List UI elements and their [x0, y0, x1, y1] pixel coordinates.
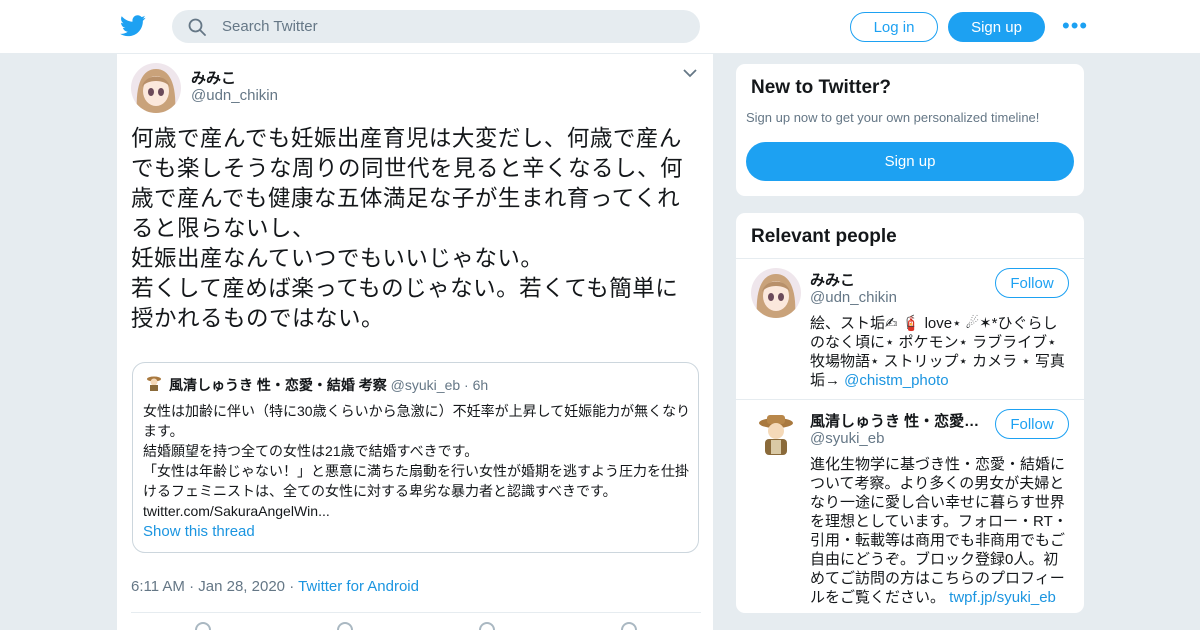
tweet-date[interactable]: Jan 28, 2020 — [198, 578, 285, 595]
show-thread-link[interactable]: Show this thread — [143, 523, 255, 540]
search-box[interactable] — [172, 10, 700, 43]
login-button[interactable]: Log in — [850, 12, 938, 42]
panel-title: New to Twitter? — [751, 77, 892, 98]
top-bar: Log in Sign up ••• — [0, 0, 1200, 54]
tweet-actions — [131, 622, 701, 630]
quoted-author-name[interactable]: 風清しゅうき 性・恋愛・結婚 考察 — [169, 377, 387, 393]
tweet-card: みみこ @udn_chikin 何歳で産んでも妊娠出産育児は大変だし、何歳で産ん… — [116, 54, 714, 630]
person-bio: 進化生物学に基づき性・恋愛・結婚について考察。より多くの男女が夫婦となり一途に愛… — [810, 455, 1072, 607]
quoted-tweet[interactable]: 風清しゅうき 性・恋愛・結婚 考察 @syuki_eb · 6h 女性は加齢に伴… — [132, 362, 699, 553]
twitter-bird-icon[interactable] — [120, 14, 146, 38]
relevant-people-panel: Relevant people みみこ @udn_chikin Follow 絵… — [735, 212, 1085, 614]
new-to-twitter-panel: New to Twitter? Sign up now to get your … — [735, 63, 1085, 197]
follow-button[interactable]: Follow — [995, 268, 1069, 298]
tweet-text: 何歳で産んでも妊娠出産育児は大変だし、何歳で産んでも楽しそうな周りの同世代を見る… — [131, 126, 684, 331]
panel-subtitle: Sign up now to get your own personalized… — [746, 110, 1040, 125]
tweet-source-link[interactable]: Twitter for Android — [298, 578, 419, 595]
more-dots-icon[interactable]: ••• — [1062, 15, 1088, 37]
share-icon[interactable] — [621, 622, 637, 630]
quoted-avatar — [145, 374, 163, 392]
quoted-author-handle[interactable]: @syuki_eb — [391, 377, 460, 393]
like-icon[interactable] — [479, 622, 495, 630]
person-item: 風清しゅうき 性・恋愛… @syuki_eb Follow 進化生物学に基づき性… — [736, 400, 1084, 612]
tweet-author-name[interactable]: みみこ — [191, 67, 236, 88]
avatar[interactable] — [751, 409, 801, 459]
reply-icon[interactable] — [195, 622, 211, 630]
search-input[interactable] — [222, 10, 682, 43]
follow-button[interactable]: Follow — [995, 409, 1069, 439]
tweet-author-handle[interactable]: @udn_chikin — [191, 87, 278, 104]
quoted-time: · 6h — [464, 377, 489, 393]
panel-title: Relevant people — [751, 226, 897, 247]
person-name[interactable]: 風清しゅうき 性・恋愛… — [810, 410, 979, 431]
person-handle[interactable]: @udn_chikin — [810, 289, 897, 306]
avatar-image — [131, 63, 181, 113]
person-bio: 絵、スト垢✍ 🧯 love⋆ ☄✶*ひぐらしのなく頃に⋆ ポケモン⋆ ラブライブ… — [810, 314, 1072, 390]
avatar[interactable] — [131, 63, 181, 113]
chevron-down-icon[interactable] — [683, 68, 697, 78]
tweet-time[interactable]: 6:11 AM — [131, 578, 185, 595]
person-item: みみこ @udn_chikin Follow 絵、スト垢✍ 🧯 love⋆ ☄✶… — [736, 259, 1084, 399]
divider — [131, 612, 701, 613]
person-name[interactable]: みみこ — [810, 269, 855, 290]
quoted-header: 風清しゅうき 性・恋愛・結婚 考察 @syuki_eb · 6h — [169, 375, 488, 395]
person-bio-text: 進化生物学に基づき性・恋愛・結婚について考察。より多くの男女が夫婦となり一途に愛… — [810, 456, 1068, 606]
meta-separator: · — [289, 578, 299, 595]
meta-separator: · — [189, 578, 199, 595]
panel-signup-button[interactable]: Sign up — [746, 142, 1074, 181]
person-bio-link[interactable]: twpf.jp/syuki_eb — [949, 589, 1056, 606]
quoted-text: 女性は加齢に伴い（特に30歳くらいから急激に）不妊率が上昇して妊娠能力が無くなり… — [143, 403, 691, 519]
signup-button[interactable]: Sign up — [948, 12, 1045, 42]
tweet-meta: 6:11 AM · Jan 28, 2020 · Twitter for And… — [131, 578, 419, 595]
retweet-icon[interactable] — [337, 622, 353, 630]
person-bio-link[interactable]: @chistm_photo — [844, 372, 948, 389]
person-handle[interactable]: @syuki_eb — [810, 430, 884, 447]
avatar[interactable] — [751, 268, 801, 318]
search-icon — [188, 18, 206, 36]
